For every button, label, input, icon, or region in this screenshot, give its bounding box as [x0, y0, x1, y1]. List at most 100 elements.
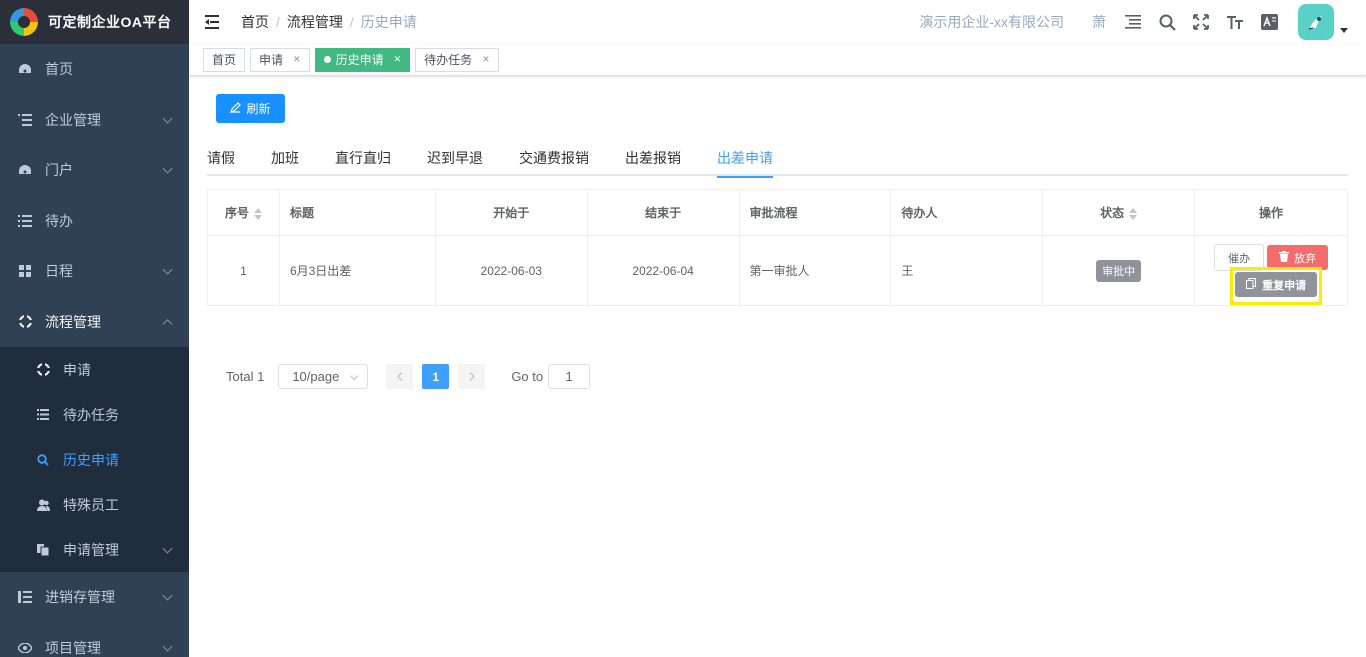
- next-page-button[interactable]: [458, 364, 486, 389]
- goto-input[interactable]: 1: [548, 364, 591, 389]
- sidebar-subitem-apply-manage[interactable]: 申请管理: [0, 527, 189, 572]
- caret-down-icon[interactable]: [1340, 27, 1348, 33]
- list-tree-icon: [18, 590, 32, 604]
- navbar-right: 演示用企业-xx有限公司 萧: [919, 0, 1348, 44]
- tab-overtime[interactable]: 加班: [271, 142, 299, 176]
- pagination: Total 1 10/page 1 Go to 1: [226, 364, 591, 389]
- breadcrumb-process[interactable]: 流程管理: [287, 12, 343, 32]
- sidebar-item-schedule[interactable]: 日程: [0, 246, 189, 297]
- sidebar-item-todo[interactable]: 待办: [0, 196, 189, 247]
- sidebar-item-enterprise[interactable]: 企业管理: [0, 95, 189, 146]
- sidebar-item-project[interactable]: 项目管理: [0, 623, 189, 657]
- sidebar-item-label: 日程: [45, 263, 73, 280]
- table-header-row: 序号 标题 开始于 结束于 审批流程 待办人 状态 操作: [207, 189, 1348, 236]
- column-header-start: 开始于: [434, 189, 588, 236]
- sidebar-item-portal[interactable]: 门户: [0, 145, 189, 196]
- cell-assignee: 王: [890, 235, 1044, 306]
- active-dot: [323, 56, 331, 63]
- font-size-icon[interactable]: [1225, 12, 1245, 32]
- copy-icon: [1246, 277, 1257, 292]
- main-content: 刷新 请假 加班 直行直归 迟到早退 交通费报销 出差报销 出差申请 序号 标题…: [189, 77, 1366, 657]
- process-icon: [36, 363, 50, 377]
- sidebar-item-label: 企业管理: [45, 111, 101, 128]
- users-icon: [36, 498, 50, 512]
- cell-title: 6月3日出差: [278, 235, 436, 306]
- refresh-button[interactable]: 刷新: [216, 94, 285, 123]
- logo[interactable]: 可定制企业OA平台: [0, 0, 189, 44]
- chevron-up-icon: [162, 318, 173, 329]
- sidebar-subitem-history[interactable]: 历史申请: [0, 437, 189, 482]
- sidebar-subitem-apply[interactable]: 申请: [0, 347, 189, 392]
- breadcrumb-home[interactable]: 首页: [241, 12, 269, 32]
- tab-travel-expense[interactable]: 出差报销: [625, 142, 681, 176]
- sidebar-subitem-label: 申请: [63, 361, 91, 378]
- sidebar-item-label: 流程管理: [45, 313, 101, 330]
- navbar: 首页 / 流程管理 / 历史申请 演示用企业-xx有限公司 萧: [189, 0, 1366, 44]
- menu-icon[interactable]: [1123, 12, 1143, 32]
- tab-leave[interactable]: 请假: [207, 142, 235, 176]
- company-name: 演示用企业-xx有限公司: [919, 14, 1064, 30]
- dashboard-icon: [18, 163, 32, 177]
- tag-history[interactable]: 历史申请 ✕: [314, 47, 411, 72]
- sidebar-subitem-label: 待办任务: [63, 406, 119, 423]
- app-title: 可定制企业OA平台: [48, 14, 172, 30]
- prev-page-button[interactable]: [386, 364, 414, 389]
- hamburger-icon[interactable]: [205, 15, 221, 29]
- chevron-down-icon: [350, 371, 359, 381]
- sidebar-item-home[interactable]: 首页: [0, 44, 189, 95]
- column-header-index[interactable]: 序号: [207, 189, 280, 236]
- submenu-process: 申请 待办任务 历史申请 特殊员工 申请管理: [0, 347, 189, 572]
- close-icon[interactable]: ✕: [482, 54, 490, 65]
- edit-icon: [230, 101, 242, 116]
- trash-icon: [1279, 250, 1290, 265]
- sidebar-subitem-label: 历史申请: [63, 451, 119, 468]
- chevron-down-icon: [162, 264, 173, 275]
- sidebar-item-label: 首页: [45, 61, 73, 78]
- user-name[interactable]: 萧: [1089, 12, 1109, 32]
- pagination-total: Total 1: [226, 369, 265, 384]
- logo-icon: [10, 8, 38, 36]
- cell-status: 审批中: [1042, 235, 1196, 306]
- column-header-actions: 操作: [1194, 189, 1348, 236]
- tabs: 请假 加班 直行直归 迟到早退 交通费报销 出差报销 出差申请: [207, 142, 1348, 178]
- row-actions: 催办 放弃 重复申请: [1195, 236, 1347, 305]
- page-number[interactable]: 1: [422, 364, 450, 389]
- tab-direct-go[interactable]: 直行直归: [335, 142, 391, 176]
- sidebar-subitem-todo-tasks[interactable]: 待办任务: [0, 392, 189, 437]
- documents-icon: [36, 543, 50, 557]
- sidebar-subitem-label: 特殊员工: [63, 496, 119, 513]
- sort-icon[interactable]: [253, 207, 262, 220]
- cell-index: 1: [207, 235, 280, 306]
- chevron-down-icon: [162, 543, 173, 554]
- sidebar: 可定制企业OA平台 首页 企业管理 门户 待办 日程 流程管理 申请 待办任务 …: [0, 0, 189, 657]
- tab-transport-expense[interactable]: 交通费报销: [519, 142, 589, 176]
- column-header-status[interactable]: 状态: [1042, 189, 1196, 236]
- fullscreen-icon[interactable]: [1191, 12, 1211, 32]
- sidebar-item-inventory[interactable]: 进销存管理: [0, 572, 189, 623]
- repeat-apply-button[interactable]: 重复申请: [1235, 272, 1318, 297]
- column-header-end: 结束于: [586, 189, 740, 236]
- sidebar-subitem-special-staff[interactable]: 特殊员工: [0, 482, 189, 527]
- tag-apply[interactable]: 申请 ✕: [250, 47, 310, 72]
- column-header-assignee: 待办人: [890, 189, 1044, 236]
- table-row: 1 6月3日出差 2022-06-03 2022-06-04 第一审批人 王 审…: [207, 235, 1348, 306]
- sidebar-subitem-label: 申请管理: [63, 541, 119, 558]
- search-icon[interactable]: [1157, 12, 1177, 32]
- translate-icon[interactable]: [1259, 12, 1279, 32]
- tab-late-early[interactable]: 迟到早退: [427, 142, 483, 176]
- cell-start: 2022-06-03: [434, 235, 588, 306]
- tag-home[interactable]: 首页: [203, 47, 246, 72]
- grid-icon: [18, 264, 32, 278]
- column-header-title: 标题: [278, 189, 436, 236]
- close-icon[interactable]: ✕: [394, 54, 402, 65]
- close-icon[interactable]: ✕: [293, 54, 301, 65]
- tab-travel-apply[interactable]: 出差申请: [717, 142, 773, 178]
- sort-icon[interactable]: [1129, 207, 1138, 220]
- sidebar-item-process[interactable]: 流程管理: [0, 297, 189, 348]
- avatar[interactable]: [1298, 4, 1334, 40]
- sidebar-item-label: 门户: [45, 162, 73, 179]
- page-size-select[interactable]: 10/page: [278, 364, 369, 389]
- tag-todo-tasks[interactable]: 待办任务 ✕: [415, 47, 499, 72]
- tags-view: 首页 申请 ✕ 历史申请 ✕ 待办任务 ✕: [189, 44, 1366, 76]
- sidebar-item-label: 进销存管理: [45, 589, 115, 606]
